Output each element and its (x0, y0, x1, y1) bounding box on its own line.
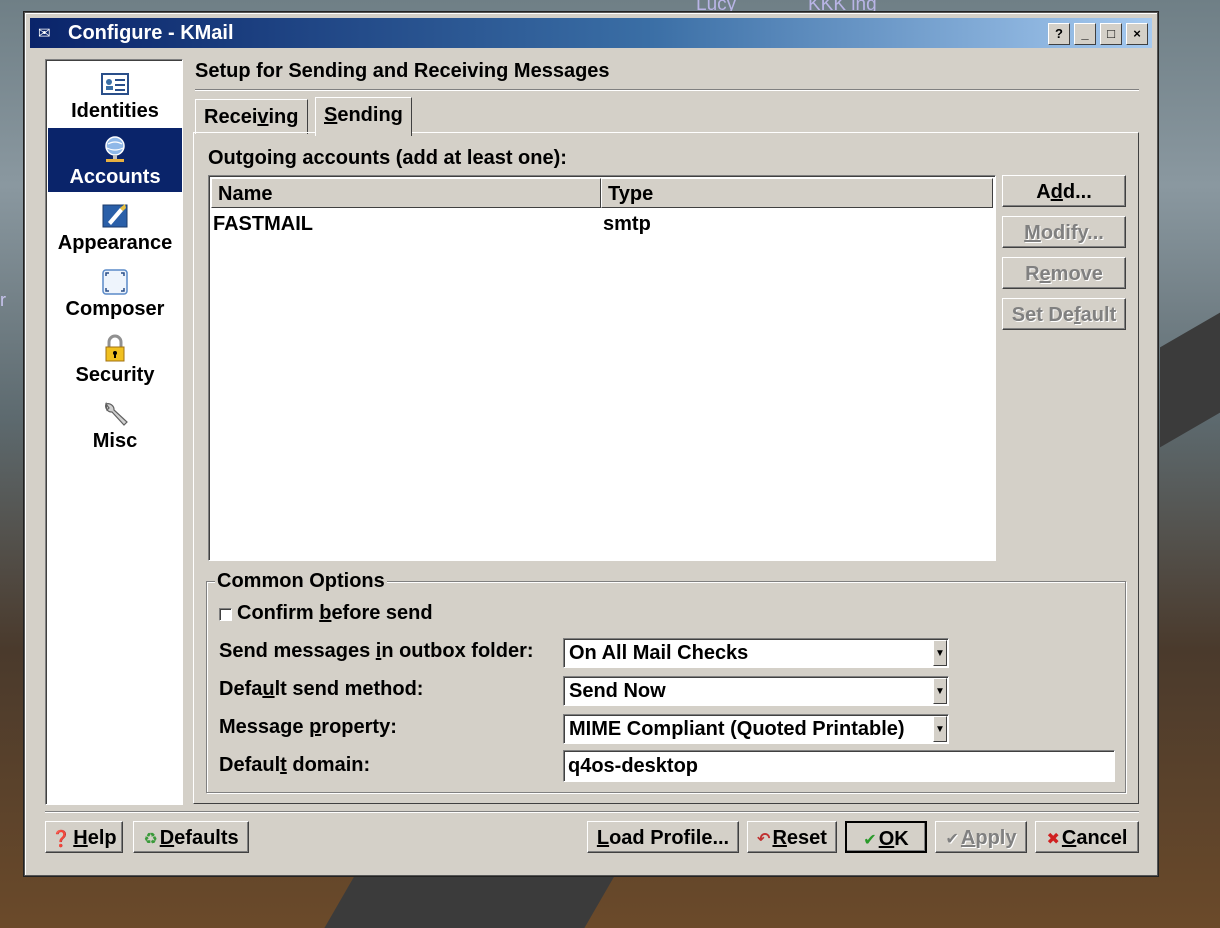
sidebar-item-composer[interactable]: Composer (48, 260, 182, 324)
account-type: smtp (603, 213, 651, 235)
footer-separator (45, 811, 1139, 813)
reset-button[interactable]: ↶ Reset (747, 821, 837, 853)
send-method-label: Default send method: (219, 678, 424, 700)
default-domain-label: Default domain: (219, 754, 371, 776)
sidebar-item-label: Accounts (69, 166, 161, 188)
group-title: Common Options (215, 570, 387, 593)
cancel-button[interactable]: ✖ Cancel (1035, 821, 1139, 853)
title-bar[interactable]: ✉ Configure - KMail ? _ □ × (30, 18, 1152, 48)
lock-icon (105, 334, 125, 362)
maximize-button[interactable]: □ (1100, 23, 1122, 45)
sidebar-item-label: Composer (65, 298, 165, 320)
sidebar-item-misc[interactable]: Misc (48, 392, 182, 456)
outgoing-accounts-list[interactable]: Name Type FASTMAIL smtp (208, 175, 996, 561)
tab-receiving[interactable]: Receiving (195, 99, 308, 134)
sidebar-item-label: Misc (92, 430, 138, 452)
check-icon: ✔ (945, 831, 959, 848)
chevron-down-icon[interactable]: ▼ (933, 716, 947, 742)
minimize-button[interactable]: _ (1074, 23, 1096, 45)
sidebar-item-accounts[interactable]: Accounts (48, 128, 182, 192)
sidebar-item-label: Identities (71, 100, 159, 122)
appearance-icon (102, 204, 128, 228)
defaults-icon: ♻ (143, 831, 158, 848)
message-property-label: Message property: (219, 716, 397, 738)
set-default-button[interactable]: Set Default (1002, 298, 1126, 330)
ok-button[interactable]: ✔ OK (845, 821, 927, 853)
page-title: Setup for Sending and Receiving Messages (195, 60, 610, 82)
outgoing-accounts-label: Outgoing accounts (add at least one): (208, 147, 567, 169)
sidebar-item-label: Security (75, 364, 155, 386)
help-title-button[interactable]: ? (1048, 23, 1070, 45)
defaults-button[interactable]: ♻ Defaults (133, 821, 249, 853)
help-icon: ❓ (51, 831, 72, 848)
confirm-before-send-checkbox[interactable] (219, 608, 232, 621)
window-title: Configure - KMail (68, 22, 234, 44)
add-button[interactable]: Add... (1002, 175, 1126, 207)
load-profile-button[interactable]: Load Profile... (587, 821, 739, 853)
message-property-select[interactable]: MIME Compliant (Quoted Printable) ▼ (563, 714, 949, 744)
column-header-name[interactable]: Name (211, 178, 601, 208)
desktop-road (324, 874, 616, 928)
help-button[interactable]: ❓ Help (45, 821, 123, 853)
tab-sending[interactable]: Sending (315, 97, 412, 136)
table-row[interactable]: FASTMAIL smtp (211, 210, 991, 238)
column-header-type[interactable]: Type (601, 178, 993, 208)
default-domain-input[interactable]: q4os-desktop (563, 750, 1115, 782)
accounts-icon (105, 136, 125, 162)
sidebar-item-appearance[interactable]: Appearance (48, 194, 182, 258)
sidebar-item-identities[interactable]: Identities (48, 62, 182, 126)
sidebar-item-security[interactable]: Security (48, 326, 182, 390)
modify-button[interactable]: Modify... (1002, 216, 1126, 248)
confirm-before-send-label[interactable]: Confirm before send (237, 602, 433, 625)
desktop-label-partial: r (0, 290, 6, 310)
title-separator (195, 89, 1139, 91)
wrench-icon (105, 401, 128, 426)
undo-icon: ↶ (757, 831, 771, 848)
send-method-select[interactable]: Send Now ▼ (563, 676, 949, 706)
identities-icon (101, 73, 129, 95)
send-outbox-select[interactable]: On All Mail Checks ▼ (563, 638, 949, 668)
composer-icon (102, 269, 128, 295)
close-button[interactable]: × (1126, 23, 1148, 45)
category-sidebar: Identities Accounts Appearance Composer … (45, 59, 183, 805)
chevron-down-icon[interactable]: ▼ (933, 640, 947, 666)
chevron-down-icon[interactable]: ▼ (933, 678, 947, 704)
kmail-envelope-icon: ✉ (38, 25, 51, 42)
remove-button[interactable]: Remove (1002, 257, 1126, 289)
sending-tab-panel: Outgoing accounts (add at least one): Na… (193, 132, 1139, 804)
check-icon: ✔ (863, 832, 877, 849)
configure-dialog: ✉ Configure - KMail ? _ □ × Identities A… (24, 12, 1158, 876)
common-options-group: Common Options Confirm before send Send … (206, 570, 1126, 793)
outbox-label: Send messages in outbox folder: (219, 640, 534, 662)
sidebar-item-label: Appearance (57, 232, 173, 254)
account-name: FASTMAIL (213, 213, 313, 235)
desktop-road-right (1160, 312, 1220, 448)
apply-button[interactable]: ✔ Apply (935, 821, 1027, 853)
cancel-icon: ✖ (1046, 831, 1060, 848)
